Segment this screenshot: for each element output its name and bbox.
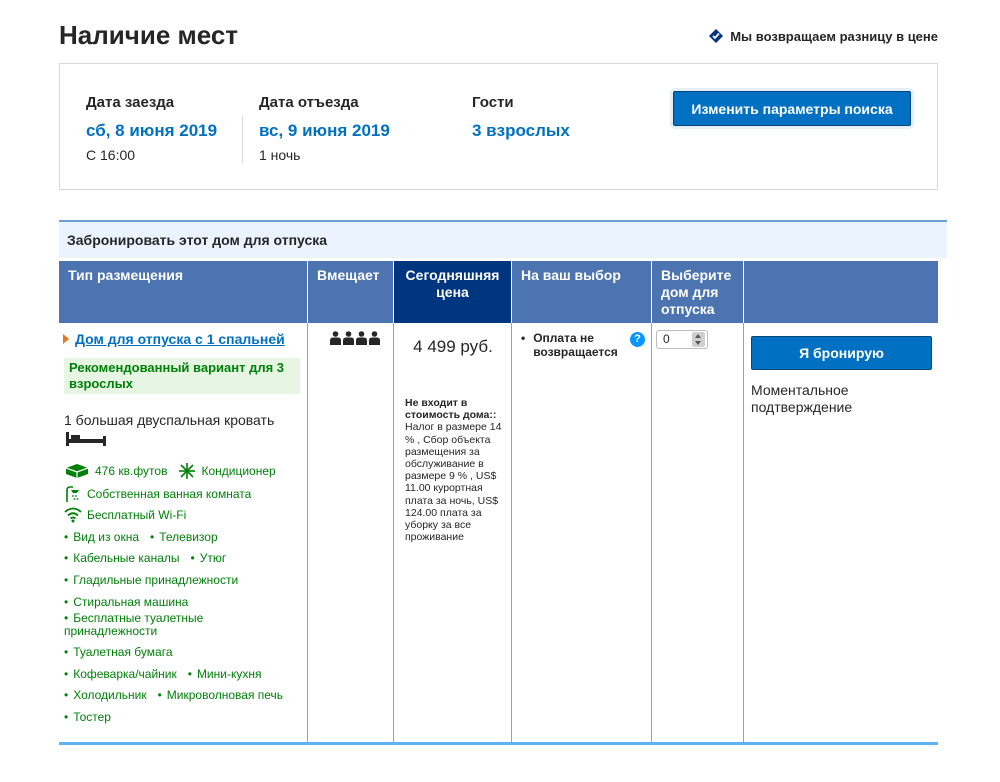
non-refundable-option: • Оплата не возвращается [521,331,633,359]
room-name-link[interactable]: Дом для отпуска с 1 спальней [63,331,285,347]
checkin-block: Дата заезда сб, 8 июня 2019 С 16:00 [86,94,217,163]
choice-cell: • Оплата не возвращается ? [512,261,652,742]
facility-row-washer: Стиральная машина [64,595,188,609]
col-header-capacity: Вмещает [308,261,394,323]
capacity-cell [308,261,394,742]
facility-microwave: Микроволновая печь [158,688,283,702]
capacity-persons-icons [330,331,380,345]
facility-row-toaster: Тостер [64,710,111,724]
guests-block: Гости 3 взрослых [472,94,570,141]
facility-toiletries: Бесплатные туалетные принадлежности [64,611,203,638]
area-icon [65,464,89,478]
person-icon [343,331,354,345]
facility-ironing: Гладильные принадлежности [64,573,238,587]
facility-kettle: Кофеварка/чайник [64,667,177,681]
non-refundable-text: Оплата не возвращается [533,331,618,359]
price-match-badge[interactable]: Мы возвращаем разницу в цене [708,28,938,44]
price-cell: 4 499 руб. Не входит в стоимость дома:: … [394,261,512,742]
facility-row-view: Вид из окна Телевизор [64,530,217,544]
facility-row-ironing: Гладильные принадлежности [64,573,238,587]
col-header-choice: На ваш выбор [512,261,652,323]
facility-washer: Стиральная машина [64,595,188,609]
rooms-table-header: Тип размещения Вмещает Сегодняшняя цена … [59,261,938,323]
instant-confirmation: Моментальное подтверждение [751,382,853,415]
room-quantity-select[interactable]: 0 [656,330,708,349]
price-match-text: Мы возвращаем разницу в цене [730,28,938,44]
recommended-badge: Рекомендованный вариант для 3 взрослых [64,358,300,394]
facility-row-bathroom: Собственная ванная комната [64,485,251,503]
guests-label: Гости [472,94,514,111]
search-summary-box: Дата заезда сб, 8 июня 2019 С 16:00 Дата… [59,63,938,190]
col-header-today-price: Сегодняшняя цена [394,261,512,323]
checkin-date[interactable]: сб, 8 июня 2019 [86,121,217,141]
facility-wifi: Бесплатный Wi-Fi [87,508,187,522]
facility-row-cable: Кабельные каналы Утюг [64,551,226,565]
snowflake-icon [179,463,196,479]
checkin-time: С 16:00 [86,147,136,163]
facility-ac: Кондиционер [201,464,276,478]
select-arrows-icon [692,332,705,347]
checkout-block: Дата отъезда вс, 9 июня 2019 1 ночь [259,94,390,163]
change-search-button[interactable]: Изменить параметры поиска [673,91,911,126]
facility-toaster: Тостер [64,710,111,724]
price-match-icon [709,29,724,43]
checkout-label: Дата отъезда [259,94,359,111]
person-icon [330,331,341,345]
facility-cable: Кабельные каналы [64,551,179,565]
room-type-cell: Дом для отпуска с 1 спальней Рекомендова… [59,261,308,742]
facility-row-wifi: Бесплатный Wi-Fi [64,507,186,523]
facility-area: 476 кв.футов [95,464,168,478]
facility-row-toilet-paper: Туалетная бумага [64,645,172,659]
person-icon [356,331,367,345]
facility-bathroom: Собственная ванная комната [87,487,252,501]
person-icon [369,331,380,345]
guests-value[interactable]: 3 взрослых [472,121,570,141]
table-row: Дом для отпуска с 1 спальней Рекомендова… [59,261,938,745]
facility-view: Вид из окна [64,530,139,544]
room-name: Дом для отпуска с 1 спальней [75,331,285,347]
facility-row-toiletries: Бесплатные туалетные принадлежности [64,611,264,638]
wifi-icon [64,507,82,523]
room-quantity-value: 0 [663,332,670,346]
facility-row-kettle: Кофеварка/чайник Мини-кухня [64,667,261,681]
page-title: Наличие мест [59,20,239,50]
col-header-type: Тип размещения [59,261,308,323]
tax-note-title: Не входит в стоимость дома:: [405,397,497,422]
booking-section-title: Забронировать этот дом для отпуска [59,220,947,258]
select-cell: 0 [652,261,744,742]
facility-kitchenette: Мини-кухня [188,667,262,681]
facility-fridge: Холодильник [64,688,146,702]
facility-iron: Утюг [191,551,227,565]
search-divider [242,116,243,163]
bullet-icon: • [521,331,526,345]
reserve-button[interactable]: Я бронирую [751,336,932,370]
col-header-select: Выберите дом для отпуска [652,261,744,323]
checkin-label: Дата заезда [86,94,175,111]
rooms-table: Тип размещения Вмещает Сегодняшняя цена … [59,261,938,745]
col-header-action [744,261,938,323]
action-cell: Я бронирую Моментальное подтверждение [744,261,938,742]
room-price: 4 499 руб. [413,337,493,356]
expand-triangle-icon [63,334,69,344]
bed-type: 1 большая двуспальная кровать [64,412,275,428]
facility-row-fridge: Холодильник Микроволновая печь [64,688,283,702]
shower-icon [66,486,79,502]
facility-row-area: 476 кв.футов Кондиционер [64,462,276,480]
facility-tv: Телевизор [150,530,217,544]
facility-toilet-paper: Туалетная бумага [64,645,172,659]
nights-count: 1 ночь [259,147,301,163]
tax-note: Не входит в стоимость дома:: Налог в раз… [405,397,505,543]
help-icon[interactable]: ? [630,332,645,347]
checkout-date[interactable]: вс, 9 июня 2019 [259,121,390,141]
double-bed-icon [66,432,106,446]
tax-note-text: Налог в размере 14 % , Сбор объекта разм… [405,421,502,544]
